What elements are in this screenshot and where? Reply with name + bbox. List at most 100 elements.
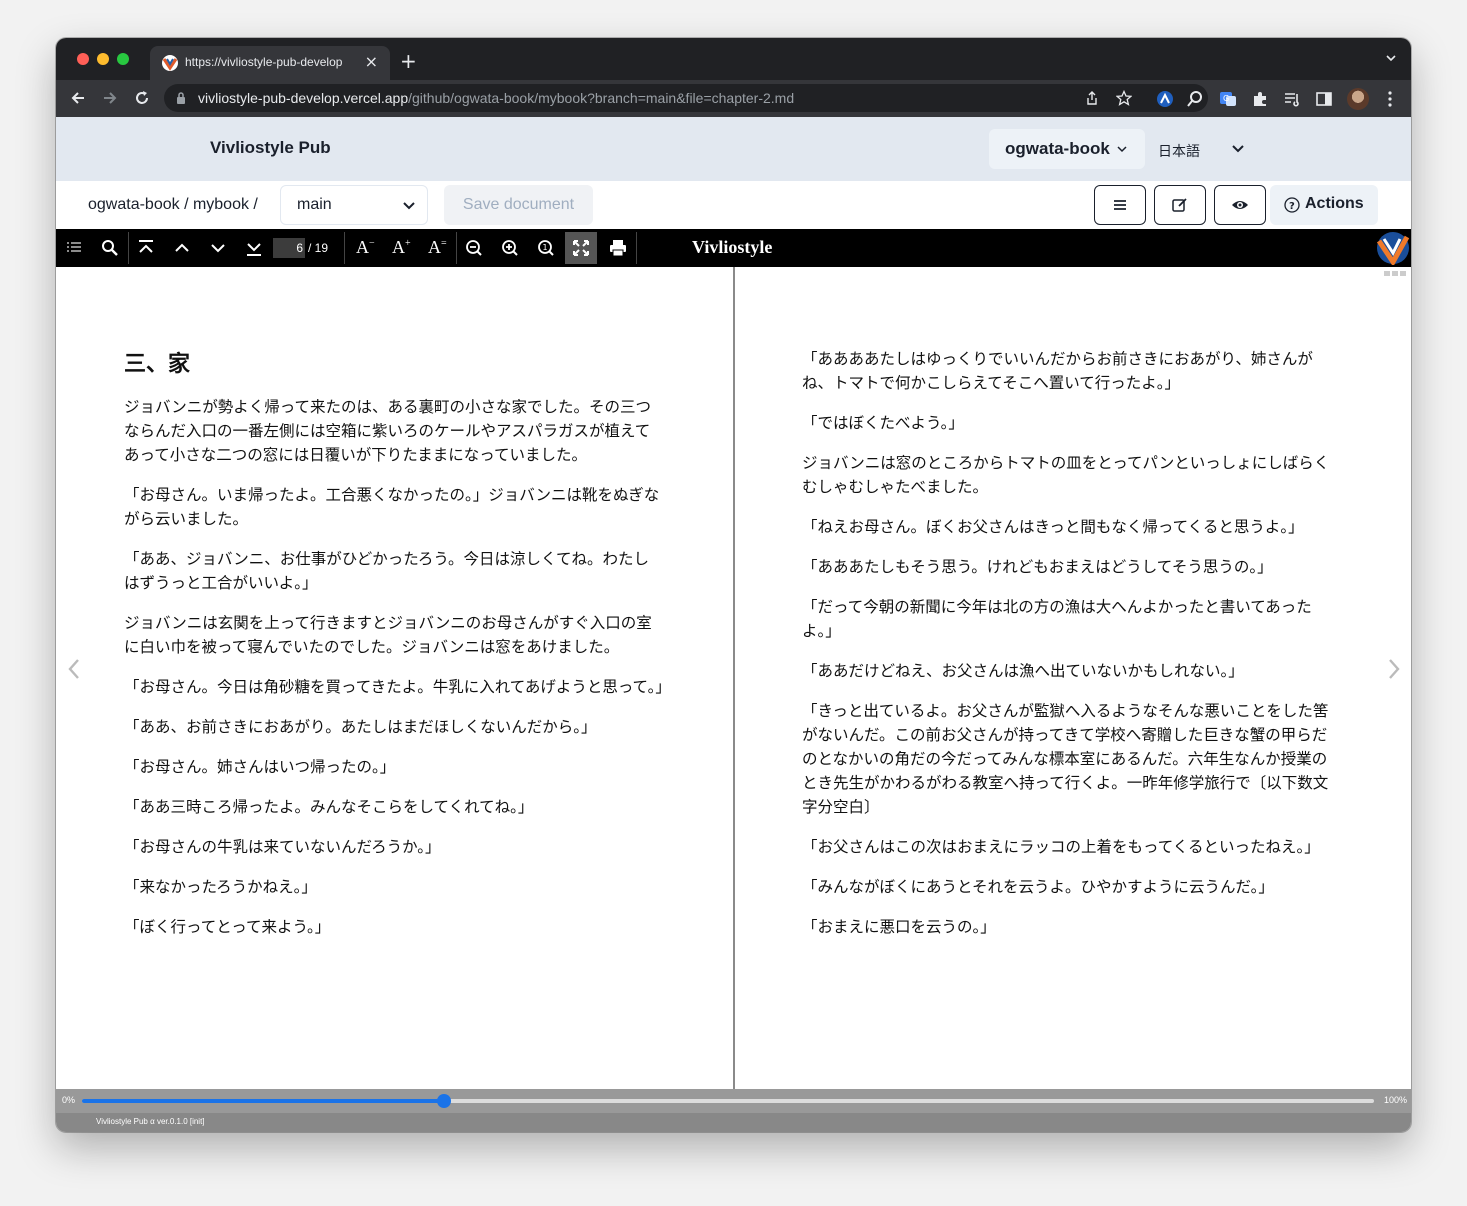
left-page: 三、家 ジョバンニが勢よく帰って来たのは、ある裏町の小さな家でした。その三つなら… xyxy=(124,267,671,955)
progress-slider[interactable] xyxy=(82,1094,1374,1108)
progress-min-label: 0% xyxy=(62,1095,76,1105)
paragraph: 「ああ三時ころ帰ったよ。みんなそこらをしてくれてね。」 xyxy=(124,798,534,816)
language-select[interactable]: 日本語 xyxy=(1152,129,1252,169)
search-icon[interactable] xyxy=(100,238,120,258)
vivliostyle-favicon-icon xyxy=(162,55,178,71)
paragraph: 「みんながぼくにあうとそれを云うよ。ひやかすように云うんだ。」 xyxy=(802,878,1274,896)
breadcrumb: ogwata-book / mybook / xyxy=(88,196,258,213)
paragraph: 「ああだけどねえ、お父さんは漁へ出ていないかもしれない。」 xyxy=(802,662,1244,680)
fit-to-screen-button[interactable] xyxy=(565,232,597,264)
kebab-menu-icon[interactable] xyxy=(1381,90,1399,108)
paragraph: 「来なかったろうかねえ。」 xyxy=(124,878,317,896)
viewer-toolbar: 6 / 19 A− A+ A= 1 Vivliostyle xyxy=(56,229,1411,267)
address-bar[interactable]: vivliostyle-pub-develop.vercel.app/githu… xyxy=(164,84,1208,112)
version-text: Vivliostyle Pub α ver.0.1.0 [init] xyxy=(96,1117,205,1126)
eye-icon xyxy=(1232,201,1248,209)
paragraph: 「お母さんの牛乳は来ていないんだろうか。」 xyxy=(124,838,441,856)
separator xyxy=(344,232,345,264)
extension-search-icon[interactable] xyxy=(1186,90,1204,108)
progress-max-label: 100% xyxy=(1383,1095,1407,1105)
vivliostyle-logo-icon[interactable] xyxy=(1376,231,1410,265)
lock-icon xyxy=(177,92,185,104)
page-total: / 19 xyxy=(308,241,329,255)
previous-spread-arrow-icon[interactable] xyxy=(66,657,82,681)
reading-list-icon[interactable] xyxy=(1283,90,1301,108)
next-spread-arrow-icon[interactable] xyxy=(1386,657,1402,681)
page-number-input[interactable]: 6 xyxy=(273,238,305,258)
browser-toolbar: vivliostyle-pub-develop.vercel.app/githu… xyxy=(56,80,1411,117)
owner-menu-button[interactable]: ogwata-book xyxy=(989,129,1145,169)
close-window-button[interactable] xyxy=(77,53,89,65)
hamburger-icon xyxy=(1114,200,1126,210)
share-icon[interactable] xyxy=(1084,90,1100,106)
zoom-actual-size-icon[interactable]: 1 xyxy=(536,238,556,258)
paragraph: 「ああ、お前さきにおあがり。あたしはまだほしくないんだから。」 xyxy=(124,718,597,736)
owner-label: ogwata-book xyxy=(1005,139,1110,158)
print-icon[interactable] xyxy=(608,238,628,258)
app-brand[interactable]: Vivliostyle Pub xyxy=(210,138,331,158)
font-size-decrease-button[interactable]: A− xyxy=(356,237,375,258)
actions-button[interactable]: ? Actions xyxy=(1270,185,1378,225)
edit-icon xyxy=(1172,198,1187,212)
tab-title: https://vivliostyle-pub-develop xyxy=(185,55,343,69)
paragraph: 「ねえお母さん。ぼくお父さんはきっと間もなく帰ってくると思うよ。」 xyxy=(802,518,1304,536)
paragraph: 「ああああたしはゆっくりでいいんだからお前さきにおあがり、姉さんがね、トマトで何… xyxy=(802,350,1313,392)
paragraph: 「おまえに悪口を云うの。」 xyxy=(802,918,996,936)
side-panel-icon[interactable] xyxy=(1315,90,1333,108)
help-circle-icon: ? xyxy=(1284,197,1300,213)
paragraph: 「ではぼくたべよう。」 xyxy=(802,414,964,432)
zoom-in-icon[interactable] xyxy=(500,238,520,258)
paragraph: 「きっと出ているよ。お父さんが監獄へ入るようなそんな悪いことをした筈がないんだ。… xyxy=(802,702,1329,816)
font-size-reset-button[interactable]: A= xyxy=(428,237,447,258)
right-page: 「ああああたしはゆっくりでいいんだからお前さきにおあがり、姉さんがね、トマトで何… xyxy=(802,267,1342,955)
new-tab-button[interactable]: + xyxy=(400,49,417,73)
paragraph: 「ぼく行ってとって来よう。」 xyxy=(124,918,331,936)
progress-bar: 0% 100% xyxy=(56,1089,1411,1113)
forward-arrow-icon[interactable] xyxy=(100,88,120,108)
separator xyxy=(636,232,637,264)
paragraph: 「あああたしもそう思う。けれどもおまえはどうしてそう思うの。」 xyxy=(802,558,1273,576)
separator xyxy=(456,232,457,264)
previous-page-icon[interactable] xyxy=(172,238,192,258)
first-page-icon[interactable] xyxy=(136,238,156,258)
next-page-icon[interactable] xyxy=(208,238,228,258)
paragraph: ジョバンニは窓のところからトマトの皿をとってパンといっしょにしばらくむしゃむしゃ… xyxy=(802,454,1330,496)
tab-close-icon[interactable]: × xyxy=(365,52,378,71)
browser-window: https://vivliostyle-pub-develop × + vivl… xyxy=(56,38,1411,1132)
browser-tab[interactable]: https://vivliostyle-pub-develop × xyxy=(150,46,390,80)
paragraph: 「お母さん。今日は角砂糖を買ってきたよ。牛乳に入れてあげようと思って。」 xyxy=(124,678,671,696)
extension-1-icon[interactable] xyxy=(1156,90,1174,108)
profile-avatar[interactable] xyxy=(1347,88,1369,110)
paragraph: ジョバンニは玄関を上って行きますとジョバンニのお母さんがすぐ入口の室に白い巾を被… xyxy=(124,614,652,656)
progress-thumb[interactable] xyxy=(436,1094,451,1108)
save-document-button[interactable]: Save document xyxy=(444,185,593,225)
chevron-down-icon xyxy=(1117,146,1127,153)
reload-icon[interactable] xyxy=(132,88,152,108)
edit-button[interactable] xyxy=(1154,185,1206,225)
extensions-puzzle-icon[interactable] xyxy=(1251,90,1269,108)
paragraph: 「ああ、ジョバンニ、お仕事がひどかったろう。今日は涼しくてね。わたしはずうっと工… xyxy=(124,550,649,592)
svg-text:1: 1 xyxy=(543,243,548,252)
branch-select[interactable]: main xyxy=(280,185,428,225)
preview-button[interactable] xyxy=(1214,185,1266,225)
svg-text:?: ? xyxy=(1289,201,1295,212)
zoom-out-icon[interactable] xyxy=(464,238,484,258)
menu-button[interactable] xyxy=(1094,185,1146,225)
last-page-icon[interactable] xyxy=(244,238,264,258)
paragraph: 「お父さんはこの次はおまえにラッコの上着をもってくるといったねえ。」 xyxy=(802,838,1320,856)
paragraph: ジョバンニが勢よく帰って来たのは、ある裏町の小さな家でした。その三つならんだ入口… xyxy=(124,398,652,464)
more-dots-icon[interactable] xyxy=(1384,271,1406,277)
viewer-title: Vivliostyle xyxy=(692,237,773,257)
tab-strip: https://vivliostyle-pub-develop × + xyxy=(56,38,1411,80)
paragraph: 「だって今朝の新聞に今年は北の方の漁は大へんよかったと書いてあったよ。」 xyxy=(802,598,1312,640)
google-translate-icon[interactable]: G xyxy=(1219,90,1237,108)
zoom-window-button[interactable] xyxy=(117,53,129,65)
font-size-increase-button[interactable]: A+ xyxy=(392,237,411,258)
bookmark-star-icon[interactable] xyxy=(1116,90,1132,106)
minimize-window-button[interactable] xyxy=(97,53,109,65)
tab-search-chevron-icon[interactable] xyxy=(1385,52,1397,64)
toc-icon[interactable] xyxy=(64,238,84,258)
paragraph: 「お母さん。姉さんはいつ帰ったの。」 xyxy=(124,758,396,776)
back-arrow-icon[interactable] xyxy=(68,88,88,108)
fit-to-screen-icon xyxy=(573,240,589,256)
